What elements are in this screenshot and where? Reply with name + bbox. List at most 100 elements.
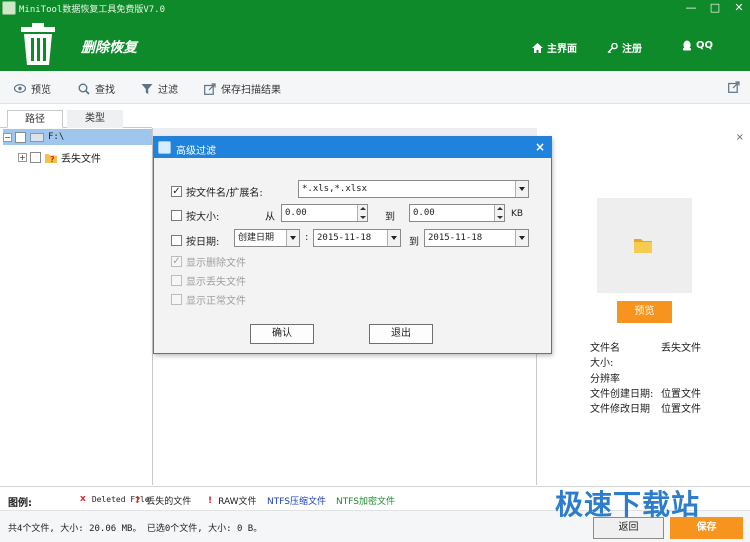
date-from-value: 2015-11-18 — [317, 233, 372, 243]
info-label-size: 大小: — [590, 358, 614, 369]
chevron-down-icon[interactable] — [286, 230, 299, 246]
date-to-picker[interactable]: 2015-11-18 — [424, 229, 529, 247]
date-from-picker[interactable]: 2015-11-18 — [313, 229, 401, 247]
size-to-value: 0.00 — [413, 208, 435, 218]
find-tool-button[interactable]: 查找 — [78, 81, 115, 96]
filter-tool-label: 过滤 — [158, 85, 178, 96]
chevron-down-icon[interactable] — [515, 230, 528, 246]
show-normal-label: 显示正常文件 — [186, 296, 246, 307]
tab-path[interactable]: 路径 — [7, 110, 63, 128]
expand-icon[interactable]: + — [18, 152, 27, 162]
dialog-close-button[interactable]: × — [535, 140, 545, 154]
date-to-label: 到 — [409, 237, 419, 248]
size-from-input[interactable]: 0.00 — [281, 204, 368, 222]
filter-by-date-checkbox[interactable] — [171, 235, 182, 246]
tree-item-label: 丢失文件 — [61, 153, 101, 165]
save-scan-tool-button[interactable]: 保存扫描结果 — [204, 81, 281, 96]
toolbar: 预览 查找 过滤 保存扫描结果 — [0, 71, 750, 104]
close-window-button[interactable]: ✕ — [732, 2, 746, 14]
filter-by-size-row: 按大小: — [171, 208, 219, 223]
nav-qq-label: QQ — [696, 40, 714, 51]
share-icon[interactable] — [728, 81, 740, 93]
window-title: MiniTool数据恢复工具免费版V7.0 — [19, 5, 166, 15]
exit-button[interactable]: 退出 — [369, 324, 433, 344]
size-from-stepper[interactable] — [357, 205, 367, 221]
filename-filter-value: *.xls,*.xlsx — [302, 184, 368, 194]
tree-item-label: F:\ — [48, 132, 65, 142]
show-deleted-checkbox[interactable] — [171, 256, 182, 267]
info-label-modified: 文件修改日期 — [590, 404, 650, 415]
show-deleted-label: 显示删除文件 — [186, 258, 246, 269]
size-from-label: 从 — [265, 212, 275, 223]
drive-icon — [30, 132, 44, 142]
size-from-value: 0.00 — [285, 208, 307, 218]
tab-type[interactable]: 类型 — [67, 110, 123, 128]
dialog-title: 高级过滤 — [176, 146, 216, 157]
nav-home-label: 主界面 — [547, 44, 577, 55]
size-unit-label: KB — [511, 209, 524, 219]
size-to-stepper[interactable] — [494, 205, 504, 221]
filter-by-name-row: 按文件名/扩展名: — [171, 184, 263, 199]
legend-lost-label: 丢失的文件 — [146, 497, 192, 507]
close-icon[interactable]: × — [736, 132, 744, 143]
filter-by-date-row: 按日期: — [171, 233, 219, 248]
filter-by-date-label: 按日期: — [186, 237, 220, 248]
preview-button[interactable]: 预览 — [617, 301, 672, 323]
legend-item-lost: ? 丢失的文件 — [135, 494, 192, 508]
tree-item-drive[interactable]: − F:\ — [3, 129, 152, 145]
date-colon-label: : — [305, 232, 309, 243]
size-to-input[interactable]: 0.00 — [409, 204, 505, 222]
legend-item-ntfs-encrypted: NTFS加密文件 — [336, 494, 395, 507]
chevron-down-icon[interactable] — [515, 181, 528, 197]
nav-home[interactable]: 主界面 — [532, 40, 577, 55]
legend-ntfs-encrypted-label: NTFS加密文件 — [336, 497, 395, 507]
show-deleted-row: 显示删除文件 — [171, 254, 246, 269]
legend-item-ntfs-compressed: NTFS压缩文件 — [267, 494, 326, 507]
nav-register[interactable]: 注册 — [607, 40, 642, 55]
legend-raw-label: RAW文件 — [218, 497, 257, 507]
home-icon — [532, 42, 543, 53]
collapse-icon[interactable]: − — [3, 132, 12, 142]
tree-item-lost-files[interactable]: + ? 丢失文件 — [18, 149, 101, 165]
trash-icon — [21, 23, 55, 65]
maximize-button[interactable]: □ — [708, 2, 722, 14]
folder-icon — [634, 239, 652, 253]
nav-qq[interactable]: QQ — [682, 40, 713, 51]
date-type-value: 创建日期 — [238, 233, 275, 243]
tree-checkbox[interactable] — [15, 131, 26, 143]
preview-panel: × 预览 文件名 丢失文件 大小: 分辨率 文件创建日期: 位置文件 文件修改日… — [537, 128, 750, 485]
show-normal-checkbox[interactable] — [171, 294, 182, 305]
preview-tool-button[interactable]: 预览 — [14, 81, 51, 96]
tree-checkbox[interactable] — [30, 151, 41, 163]
qq-icon — [683, 40, 691, 51]
legend-ntfs-compressed-label: NTFS压缩文件 — [267, 497, 326, 507]
status-summary: 共4个文件, 大小: 20.06 MB。 已选0个文件, 大小: 0 B。 — [8, 524, 263, 534]
find-tool-label: 查找 — [95, 85, 115, 96]
filter-by-size-checkbox[interactable] — [171, 210, 182, 221]
search-icon — [78, 83, 90, 95]
nav-register-label: 注册 — [622, 44, 642, 55]
confirm-button[interactable]: 确认 — [250, 324, 314, 344]
app-header: MiniTool数据恢复工具免费版V7.0 — □ ✕ 删除恢复 主界面 注册 … — [0, 0, 750, 71]
date-to-value: 2015-11-18 — [428, 233, 483, 243]
raw-mark-icon: ! — [208, 495, 213, 506]
legend-title: 图例: — [8, 498, 32, 509]
filter-tool-button[interactable]: 过滤 — [141, 81, 178, 96]
chevron-down-icon[interactable] — [387, 230, 400, 246]
save-scan-tool-label: 保存扫描结果 — [221, 85, 281, 96]
filter-icon — [141, 83, 153, 94]
lost-folder-icon: ? — [45, 154, 57, 163]
minimize-button[interactable]: — — [684, 2, 698, 14]
filter-by-name-checkbox[interactable] — [171, 186, 182, 197]
dialog-titlebar: 高级过滤 × — [154, 137, 551, 158]
info-label-created: 文件创建日期: — [590, 389, 654, 400]
show-normal-row: 显示正常文件 — [171, 292, 246, 307]
filename-filter-input[interactable]: *.xls,*.xlsx — [298, 180, 529, 198]
show-lost-checkbox[interactable] — [171, 275, 182, 286]
info-value-modified: 位置文件 — [661, 404, 701, 415]
view-tabs: 路径 类型 — [0, 110, 152, 128]
filter-by-name-label: 按文件名/扩展名: — [186, 188, 263, 199]
preview-thumbnail — [597, 198, 692, 293]
date-type-select[interactable]: 创建日期 — [234, 229, 300, 247]
info-value-created: 位置文件 — [661, 389, 701, 400]
